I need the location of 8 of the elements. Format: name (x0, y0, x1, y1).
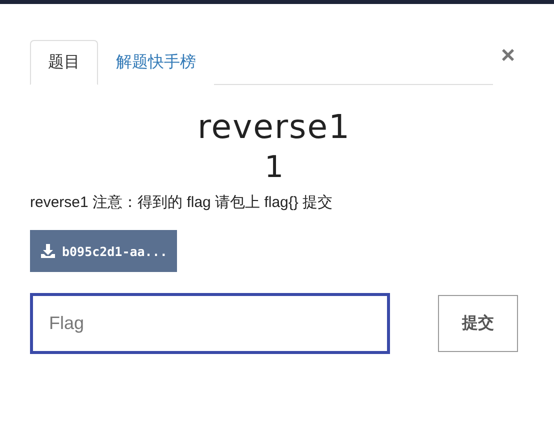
challenge-description: reverse1 注意：得到的 flag 请包上 flag{} 提交 (30, 193, 334, 212)
challenge-points: 1 (263, 150, 285, 185)
flag-input[interactable]: Flag (30, 293, 390, 354)
download-button[interactable]: b095c2d1-aa... (30, 230, 178, 272)
submit-button[interactable]: 提交 (438, 295, 518, 352)
close-button[interactable]: × (498, 44, 518, 68)
challenge-title: reverse1 (196, 107, 352, 146)
tab[interactable]: 题目 (30, 40, 98, 85)
